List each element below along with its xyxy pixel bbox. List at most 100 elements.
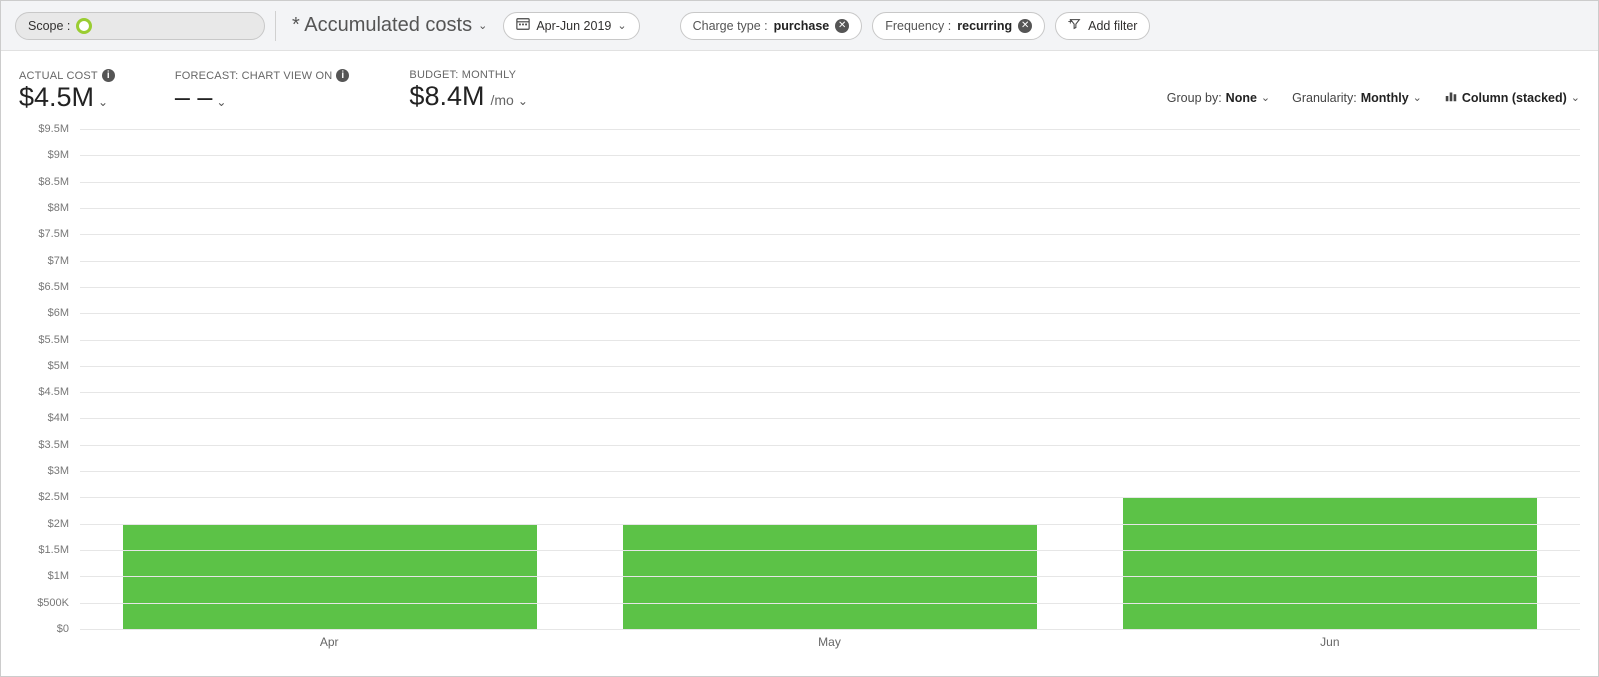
y-tick-label: $5.5M <box>38 334 69 346</box>
date-range-text: Apr-Jun 2019 <box>536 19 611 33</box>
kpi-value: $8.4M /mo ⌄ <box>409 81 527 112</box>
filter-label: Charge type : <box>693 19 768 33</box>
granularity-label: Granularity: <box>1292 91 1357 105</box>
gridline <box>80 313 1580 314</box>
x-tick-label: May <box>579 635 1079 649</box>
gridline <box>80 261 1580 262</box>
gridline <box>80 155 1580 156</box>
filter-value: purchase <box>774 19 830 33</box>
bar-jun[interactable] <box>1123 497 1537 629</box>
chevron-down-icon: ⌄ <box>1571 91 1580 104</box>
kpi-value-text: $4.5M <box>19 82 94 113</box>
charttype-value: Column (stacked) <box>1462 91 1567 105</box>
bar-slot <box>80 129 580 629</box>
y-tick-label: $5M <box>48 360 69 372</box>
kpi-value-text: $8.4M <box>409 81 484 112</box>
y-tick-label: $7M <box>48 255 69 267</box>
toolbar: Scope : * Accumulated costs ⌄ Apr-Jun 20… <box>1 1 1598 51</box>
y-tick-label: $6.5M <box>38 281 69 293</box>
gridline <box>80 234 1580 235</box>
scope-icon <box>76 18 92 34</box>
charttype-selector[interactable]: Column (stacked) ⌄ <box>1444 89 1580 106</box>
x-axis: AprMayJun <box>79 635 1580 649</box>
kpi-budget[interactable]: BUDGET: MONTHLY $8.4M /mo ⌄ <box>409 69 527 112</box>
add-filter-button[interactable]: + Add filter <box>1055 12 1150 40</box>
y-tick-label: $4.5M <box>38 386 69 398</box>
kpi-label: ACTUAL COST i <box>19 69 115 82</box>
gridline <box>80 497 1580 498</box>
gridline <box>80 471 1580 472</box>
x-tick-label: Jun <box>1080 635 1580 649</box>
chevron-down-icon[interactable]: ⌄ <box>518 94 528 108</box>
add-filter-icon: + <box>1068 17 1082 34</box>
y-tick-label: $3M <box>48 465 69 477</box>
kpi-forecast[interactable]: FORECAST: CHART VIEW ON i – – ⌄ <box>175 69 350 113</box>
calendar-icon <box>516 17 530 34</box>
gridline <box>80 340 1580 341</box>
gridline <box>80 550 1580 551</box>
gridline <box>80 366 1580 367</box>
date-range-selector[interactable]: Apr-Jun 2019 ⌄ <box>503 12 639 40</box>
y-tick-label: $500K <box>37 597 69 609</box>
y-tick-label: $3.5M <box>38 439 69 451</box>
filter-frequency[interactable]: Frequency : recurring ✕ <box>872 12 1045 40</box>
remove-filter-icon[interactable]: ✕ <box>1018 19 1032 33</box>
groupby-value: None <box>1226 91 1257 105</box>
scope-selector[interactable]: Scope : <box>15 12 265 40</box>
gridline <box>80 182 1580 183</box>
kpi-value-text: – – <box>175 82 213 113</box>
info-icon[interactable]: i <box>336 69 349 82</box>
kpi-label-text: ACTUAL COST <box>19 70 98 82</box>
scope-label: Scope : <box>28 19 70 33</box>
kpi-unit: /mo <box>490 92 513 108</box>
y-tick-label: $6M <box>48 307 69 319</box>
cost-chart: $9.5M$9M$8.5M$8M$7.5M$7M$6.5M$6M$5.5M$5M… <box>19 129 1580 669</box>
plot-area <box>79 129 1580 629</box>
groupby-label: Group by: <box>1167 91 1222 105</box>
filter-charge-type[interactable]: Charge type : purchase ✕ <box>680 12 863 40</box>
kpi-label-text: BUDGET: MONTHLY <box>409 69 516 81</box>
granularity-selector[interactable]: Granularity: Monthly ⌄ <box>1292 91 1422 105</box>
y-tick-label: $7.5M <box>38 228 69 240</box>
gridline <box>80 287 1580 288</box>
y-axis: $9.5M$9M$8.5M$8M$7.5M$7M$6.5M$6M$5.5M$5M… <box>19 129 75 629</box>
bar-slot <box>580 129 1080 629</box>
chevron-down-icon: ⌄ <box>478 19 487 32</box>
filter-value: recurring <box>957 19 1012 33</box>
remove-filter-icon[interactable]: ✕ <box>835 19 849 33</box>
kpi-actual-cost[interactable]: ACTUAL COST i $4.5M ⌄ <box>19 69 115 113</box>
y-tick-label: $2M <box>48 518 69 530</box>
y-tick-label: $1.5M <box>38 544 69 556</box>
column-chart-icon <box>1444 89 1458 106</box>
y-tick-label: $9.5M <box>38 123 69 135</box>
chevron-down-icon[interactable]: ⌄ <box>98 95 108 109</box>
view-options: Group by: None ⌄ Granularity: Monthly ⌄ … <box>1167 89 1580 106</box>
filter-label: Frequency : <box>885 19 951 33</box>
gridline <box>80 392 1580 393</box>
gridline <box>80 629 1580 630</box>
gridline <box>80 129 1580 130</box>
kpi-value: – – ⌄ <box>175 82 350 113</box>
kpi-label-text: FORECAST: CHART VIEW ON <box>175 70 333 82</box>
chevron-down-icon: ⌄ <box>617 19 626 32</box>
gridline <box>80 445 1580 446</box>
y-tick-label: $2.5M <box>38 491 69 503</box>
divider <box>275 11 276 41</box>
gridline <box>80 208 1580 209</box>
bar-slot <box>1080 129 1580 629</box>
y-tick-label: $9M <box>48 149 69 161</box>
y-tick-label: $8M <box>48 202 69 214</box>
x-tick-label: Apr <box>79 635 579 649</box>
kpi-row: ACTUAL COST i $4.5M ⌄ FORECAST: CHART VI… <box>1 51 1598 119</box>
gridline <box>80 576 1580 577</box>
y-tick-label: $4M <box>48 412 69 424</box>
add-filter-label: Add filter <box>1088 19 1137 33</box>
view-title-dropdown[interactable]: * Accumulated costs ⌄ <box>286 14 493 37</box>
info-icon[interactable]: i <box>102 69 115 82</box>
kpi-label: FORECAST: CHART VIEW ON i <box>175 69 350 82</box>
chevron-down-icon: ⌄ <box>1413 91 1422 104</box>
chevron-down-icon[interactable]: ⌄ <box>216 95 226 109</box>
groupby-selector[interactable]: Group by: None ⌄ <box>1167 91 1270 105</box>
view-title-text: * Accumulated costs <box>292 14 472 37</box>
kpi-label: BUDGET: MONTHLY <box>409 69 527 81</box>
